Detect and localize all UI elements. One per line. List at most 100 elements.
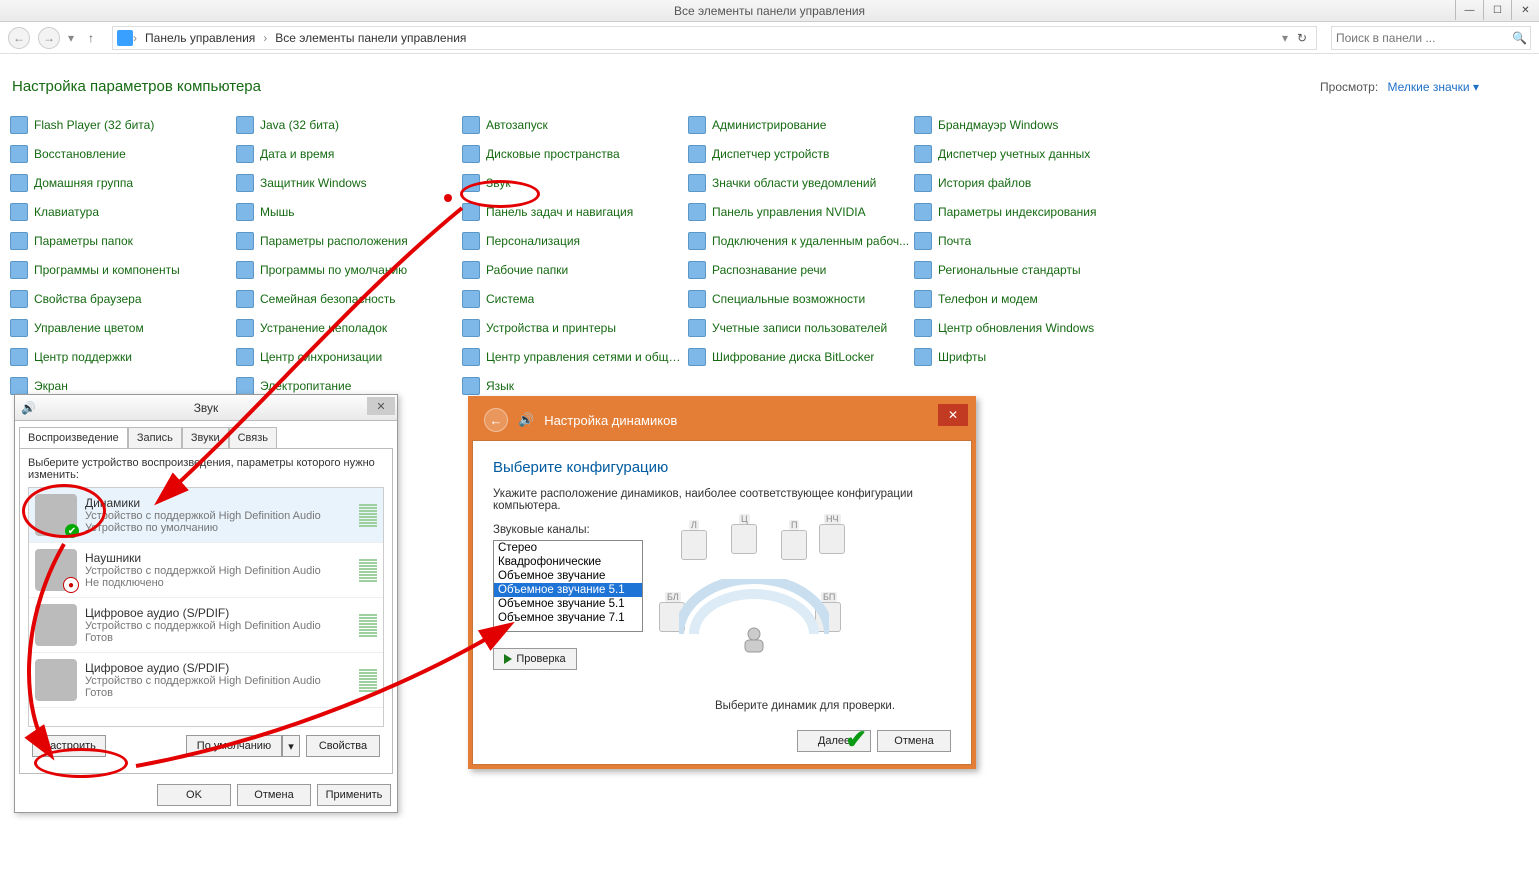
cp-item[interactable]: Центр обновления Windows <box>912 316 1138 339</box>
cp-item[interactable]: Дата и время <box>234 142 460 165</box>
cp-item[interactable]: Шрифты <box>912 345 1138 368</box>
cp-item[interactable]: Домашняя группа <box>8 171 234 194</box>
cp-item-icon <box>462 319 480 337</box>
breadcrumb-item-0[interactable]: Панель управления <box>141 29 259 47</box>
cp-item[interactable]: Распознавание речи <box>686 258 912 281</box>
channel-option[interactable]: Объемное звучание 5.1 <box>494 597 642 611</box>
cp-item-icon <box>10 145 28 163</box>
sound-cancel-button[interactable]: Отмена <box>237 784 311 806</box>
device-item[interactable]: Цифровое аудио (S/PDIF)Устройство с подд… <box>29 653 383 708</box>
cp-item-icon <box>688 116 706 134</box>
test-button[interactable]: Проверка <box>493 648 577 670</box>
set-default-button[interactable]: По умолчанию <box>186 735 282 757</box>
cp-item[interactable]: Программы и компоненты <box>8 258 234 281</box>
cp-item[interactable]: Почта <box>912 229 1138 252</box>
refresh-button[interactable]: ↻ <box>1292 31 1312 45</box>
cp-item[interactable]: Свойства браузера <box>8 287 234 310</box>
cp-item[interactable]: Панель задач и навигация <box>460 200 686 223</box>
cp-item[interactable]: Управление цветом <box>8 316 234 339</box>
cp-item[interactable]: Центр поддержки <box>8 345 234 368</box>
speaker-center[interactable] <box>731 524 757 554</box>
breadcrumb-item-1[interactable]: Все элементы панели управления <box>271 29 470 47</box>
address-bar[interactable]: › Панель управления › Все элементы панел… <box>112 26 1317 50</box>
cp-item[interactable]: Устранение неполадок <box>234 316 460 339</box>
cp-item[interactable]: История файлов <box>912 171 1138 194</box>
cp-item[interactable]: Параметры папок <box>8 229 234 252</box>
search-box[interactable]: 🔍 <box>1331 26 1531 50</box>
cp-item-icon <box>914 261 932 279</box>
cp-item[interactable]: Java (32 бита) <box>234 113 460 136</box>
device-item[interactable]: Цифровое аудио (S/PDIF)Устройство с подд… <box>29 598 383 653</box>
channel-option[interactable]: Объемное звучание 7.1 <box>494 611 642 625</box>
set-default-dropdown[interactable]: ▾ <box>282 735 300 757</box>
cp-item[interactable]: Брандмауэр Windows <box>912 113 1138 136</box>
cp-item[interactable]: Значки области уведомлений <box>686 171 912 194</box>
nav-up-button[interactable]: ↑ <box>82 29 100 47</box>
window-minimize-button[interactable]: — <box>1455 0 1483 20</box>
cp-item[interactable]: Персонализация <box>460 229 686 252</box>
cp-item[interactable]: Рабочие папки <box>460 258 686 281</box>
nav-forward-button[interactable]: → <box>38 27 60 49</box>
cp-item[interactable]: Дисковые пространства <box>460 142 686 165</box>
cp-item[interactable]: Flash Player (32 бита) <box>8 113 234 136</box>
cp-item[interactable]: Восстановление <box>8 142 234 165</box>
window-close-button[interactable]: ✕ <box>1511 0 1539 20</box>
cp-item[interactable]: Программы по умолчанию <box>234 258 460 281</box>
view-mode-dropdown[interactable]: Мелкие значки ▾ <box>1388 80 1479 94</box>
nav-back-button[interactable]: ← <box>8 27 30 49</box>
cp-item[interactable]: Параметры расположения <box>234 229 460 252</box>
cp-item[interactable]: Специальные возможности <box>686 287 912 310</box>
sound-dialog-close-button[interactable]: ✕ <box>367 397 395 415</box>
cp-item[interactable]: Администрирование <box>686 113 912 136</box>
cp-item-label: Семейная безопасность <box>260 292 396 306</box>
configure-button[interactable]: Настроить <box>32 735 106 757</box>
cp-item[interactable]: Мышь <box>234 200 460 223</box>
cp-item[interactable]: Панель управления NVIDIA <box>686 200 912 223</box>
device-item[interactable]: ДинамикиУстройство с поддержкой High Def… <box>29 488 383 543</box>
channel-option[interactable]: Стерео <box>494 541 642 555</box>
cp-item[interactable]: Семейная безопасность <box>234 287 460 310</box>
wizard-back-button[interactable]: ← <box>484 408 508 432</box>
tab-communications[interactable]: Связь <box>229 427 277 448</box>
channel-option[interactable]: Объемное звучание 5.1 <box>494 583 642 597</box>
tab-playback[interactable]: Воспроизведение <box>19 427 128 448</box>
cp-item[interactable]: Подключения к удаленным рабоч... <box>686 229 912 252</box>
cp-item[interactable]: Защитник Windows <box>234 171 460 194</box>
device-item[interactable]: НаушникиУстройство с поддержкой High Def… <box>29 543 383 598</box>
speaker-front-right[interactable] <box>781 530 807 560</box>
cp-item[interactable]: Учетные записи пользователей <box>686 316 912 339</box>
cp-item[interactable]: Автозапуск <box>460 113 686 136</box>
cp-item[interactable]: Параметры индексирования <box>912 200 1138 223</box>
channels-listbox[interactable]: СтереоКвадрофоническиеОбъемное звучаниеО… <box>493 540 643 632</box>
cp-item[interactable]: Язык <box>460 374 686 397</box>
play-icon <box>504 654 512 664</box>
wizard-cancel-button[interactable]: Отмена <box>877 730 951 752</box>
cp-item[interactable]: Диспетчер устройств <box>686 142 912 165</box>
device-icon <box>35 494 77 536</box>
cp-item-icon <box>236 116 254 134</box>
channel-option[interactable]: Квадрофонические <box>494 555 642 569</box>
device-list[interactable]: ДинамикиУстройство с поддержкой High Def… <box>28 487 384 727</box>
cp-item[interactable]: Клавиатура <box>8 200 234 223</box>
wizard-close-button[interactable]: ✕ <box>938 404 968 426</box>
window-maximize-button[interactable]: ☐ <box>1483 0 1511 20</box>
tab-recording[interactable]: Запись <box>128 427 182 448</box>
speaker-subwoofer[interactable] <box>819 524 845 554</box>
properties-button[interactable]: Свойства <box>306 735 380 757</box>
cp-item[interactable]: Устройства и принтеры <box>460 316 686 339</box>
search-input[interactable] <box>1336 31 1512 45</box>
cp-item[interactable]: Шифрование диска BitLocker <box>686 345 912 368</box>
cp-item[interactable]: Телефон и модем <box>912 287 1138 310</box>
sound-ok-button[interactable]: OK <box>157 784 231 806</box>
cp-item[interactable]: Региональные стандарты <box>912 258 1138 281</box>
cp-item[interactable]: Звук <box>460 171 686 194</box>
sound-apply-button[interactable]: Применить <box>317 784 391 806</box>
device-icon <box>35 604 77 646</box>
cp-item[interactable]: Центр управления сетями и общи... <box>460 345 686 368</box>
cp-item[interactable]: Система <box>460 287 686 310</box>
speaker-front-left[interactable] <box>681 530 707 560</box>
cp-item[interactable]: Диспетчер учетных данных <box>912 142 1138 165</box>
tab-sounds[interactable]: Звуки <box>182 427 229 448</box>
cp-item[interactable]: Центр синхронизации <box>234 345 460 368</box>
channel-option[interactable]: Объемное звучание <box>494 569 642 583</box>
